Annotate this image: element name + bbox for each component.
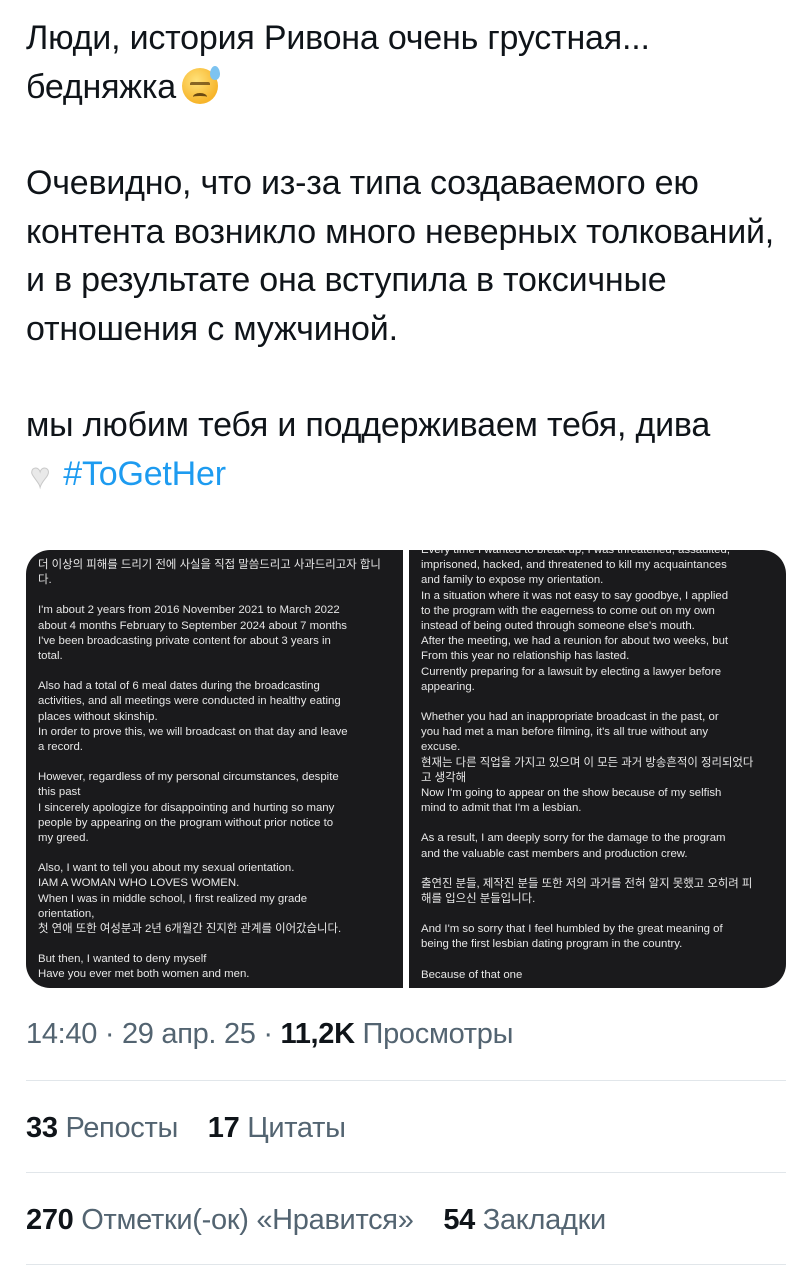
media-text-paragraph: Every time I wanted to break up, I was t…: [421, 550, 730, 693]
media-text-paragraph: However, regardless of my personal circu…: [38, 771, 339, 845]
divider: [26, 1172, 786, 1173]
tweet-paragraph-2: Очевидно, что из-за типа создаваемого ею…: [26, 164, 775, 348]
tweet-date[interactable]: 29 апр. 25: [122, 1018, 256, 1050]
hashtag-link[interactable]: #ToGetHer: [63, 455, 226, 493]
tweet-paragraph-3: мы любим тебя и поддерживаем тебя, дива …: [26, 401, 726, 500]
reposts-stat[interactable]: 33 Репосты: [26, 1112, 178, 1144]
quotes-stat[interactable]: 17 Цитаты: [208, 1112, 346, 1144]
tweet-time[interactable]: 14:40: [26, 1018, 97, 1050]
media-text-paragraph: 출연진 분들, 제작진 분들 또한 저의 과거를 전혀 알지 못했고 오히려 피…: [421, 877, 753, 906]
media-text-paragraph: Whether you had an inappropriate broadca…: [421, 711, 754, 815]
media-image-right[interactable]: Every time I wanted to break up, I was t…: [409, 550, 786, 988]
media-text-paragraph: Also, I want to tell you about my sexual…: [38, 862, 342, 936]
tweet-line-1: Люди, история Ривона очень грустная... бе…: [26, 19, 650, 106]
downcast-sweat-emoji-icon: [181, 65, 220, 104]
media-text-paragraph: 더 이상의 피해를 드리기 전에 사실을 직접 말씀드리고 사과드리고자 합니다…: [38, 559, 381, 587]
stats-row-1: 33 Репосты 17 Цитаты: [26, 1112, 368, 1145]
tweet-text: Люди, история Ривона очень грустная... бе…: [26, 14, 786, 500]
media-image-left[interactable]: 더 이상의 피해를 드리기 전에 사실을 직접 말씀드리고 사과드리고자 합니다…: [26, 550, 403, 988]
media-text-paragraph: Because of that one: [421, 968, 523, 981]
tweet-meta: 14:40 · 29 апр. 25 · 11,2K Просмотры: [26, 1018, 514, 1050]
media-text-paragraph: I'm about 2 years from 2016 November 202…: [38, 604, 348, 663]
divider: [26, 1080, 786, 1081]
media-text-paragraph: But then, I wanted to deny myself Have y…: [38, 953, 250, 981]
media-text-paragraph: As a result, I am deeply sorry for the d…: [421, 832, 726, 860]
bookmarks-stat[interactable]: 54 Закладки: [443, 1204, 606, 1236]
stats-row-2: 270 Отметки(-ок) «Нравится» 54 Закладки: [26, 1204, 628, 1237]
media-text-paragraph: Also had a total of 6 meal dates during …: [38, 680, 348, 754]
white-heart-emoji-icon: ♥: [30, 456, 51, 495]
media-text-paragraph: And I'm so sorry that I feel humbled by …: [421, 923, 723, 951]
views-label: Просмотры: [362, 1018, 514, 1050]
likes-stat[interactable]: 270 Отметки(-ок) «Нравится»: [26, 1204, 414, 1236]
divider: [26, 1264, 786, 1265]
media-attachments: 더 이상의 피해를 드리기 전에 사실을 직접 말씀드리고 사과드리고자 합니다…: [26, 550, 786, 988]
views-count: 11,2K: [280, 1018, 355, 1050]
